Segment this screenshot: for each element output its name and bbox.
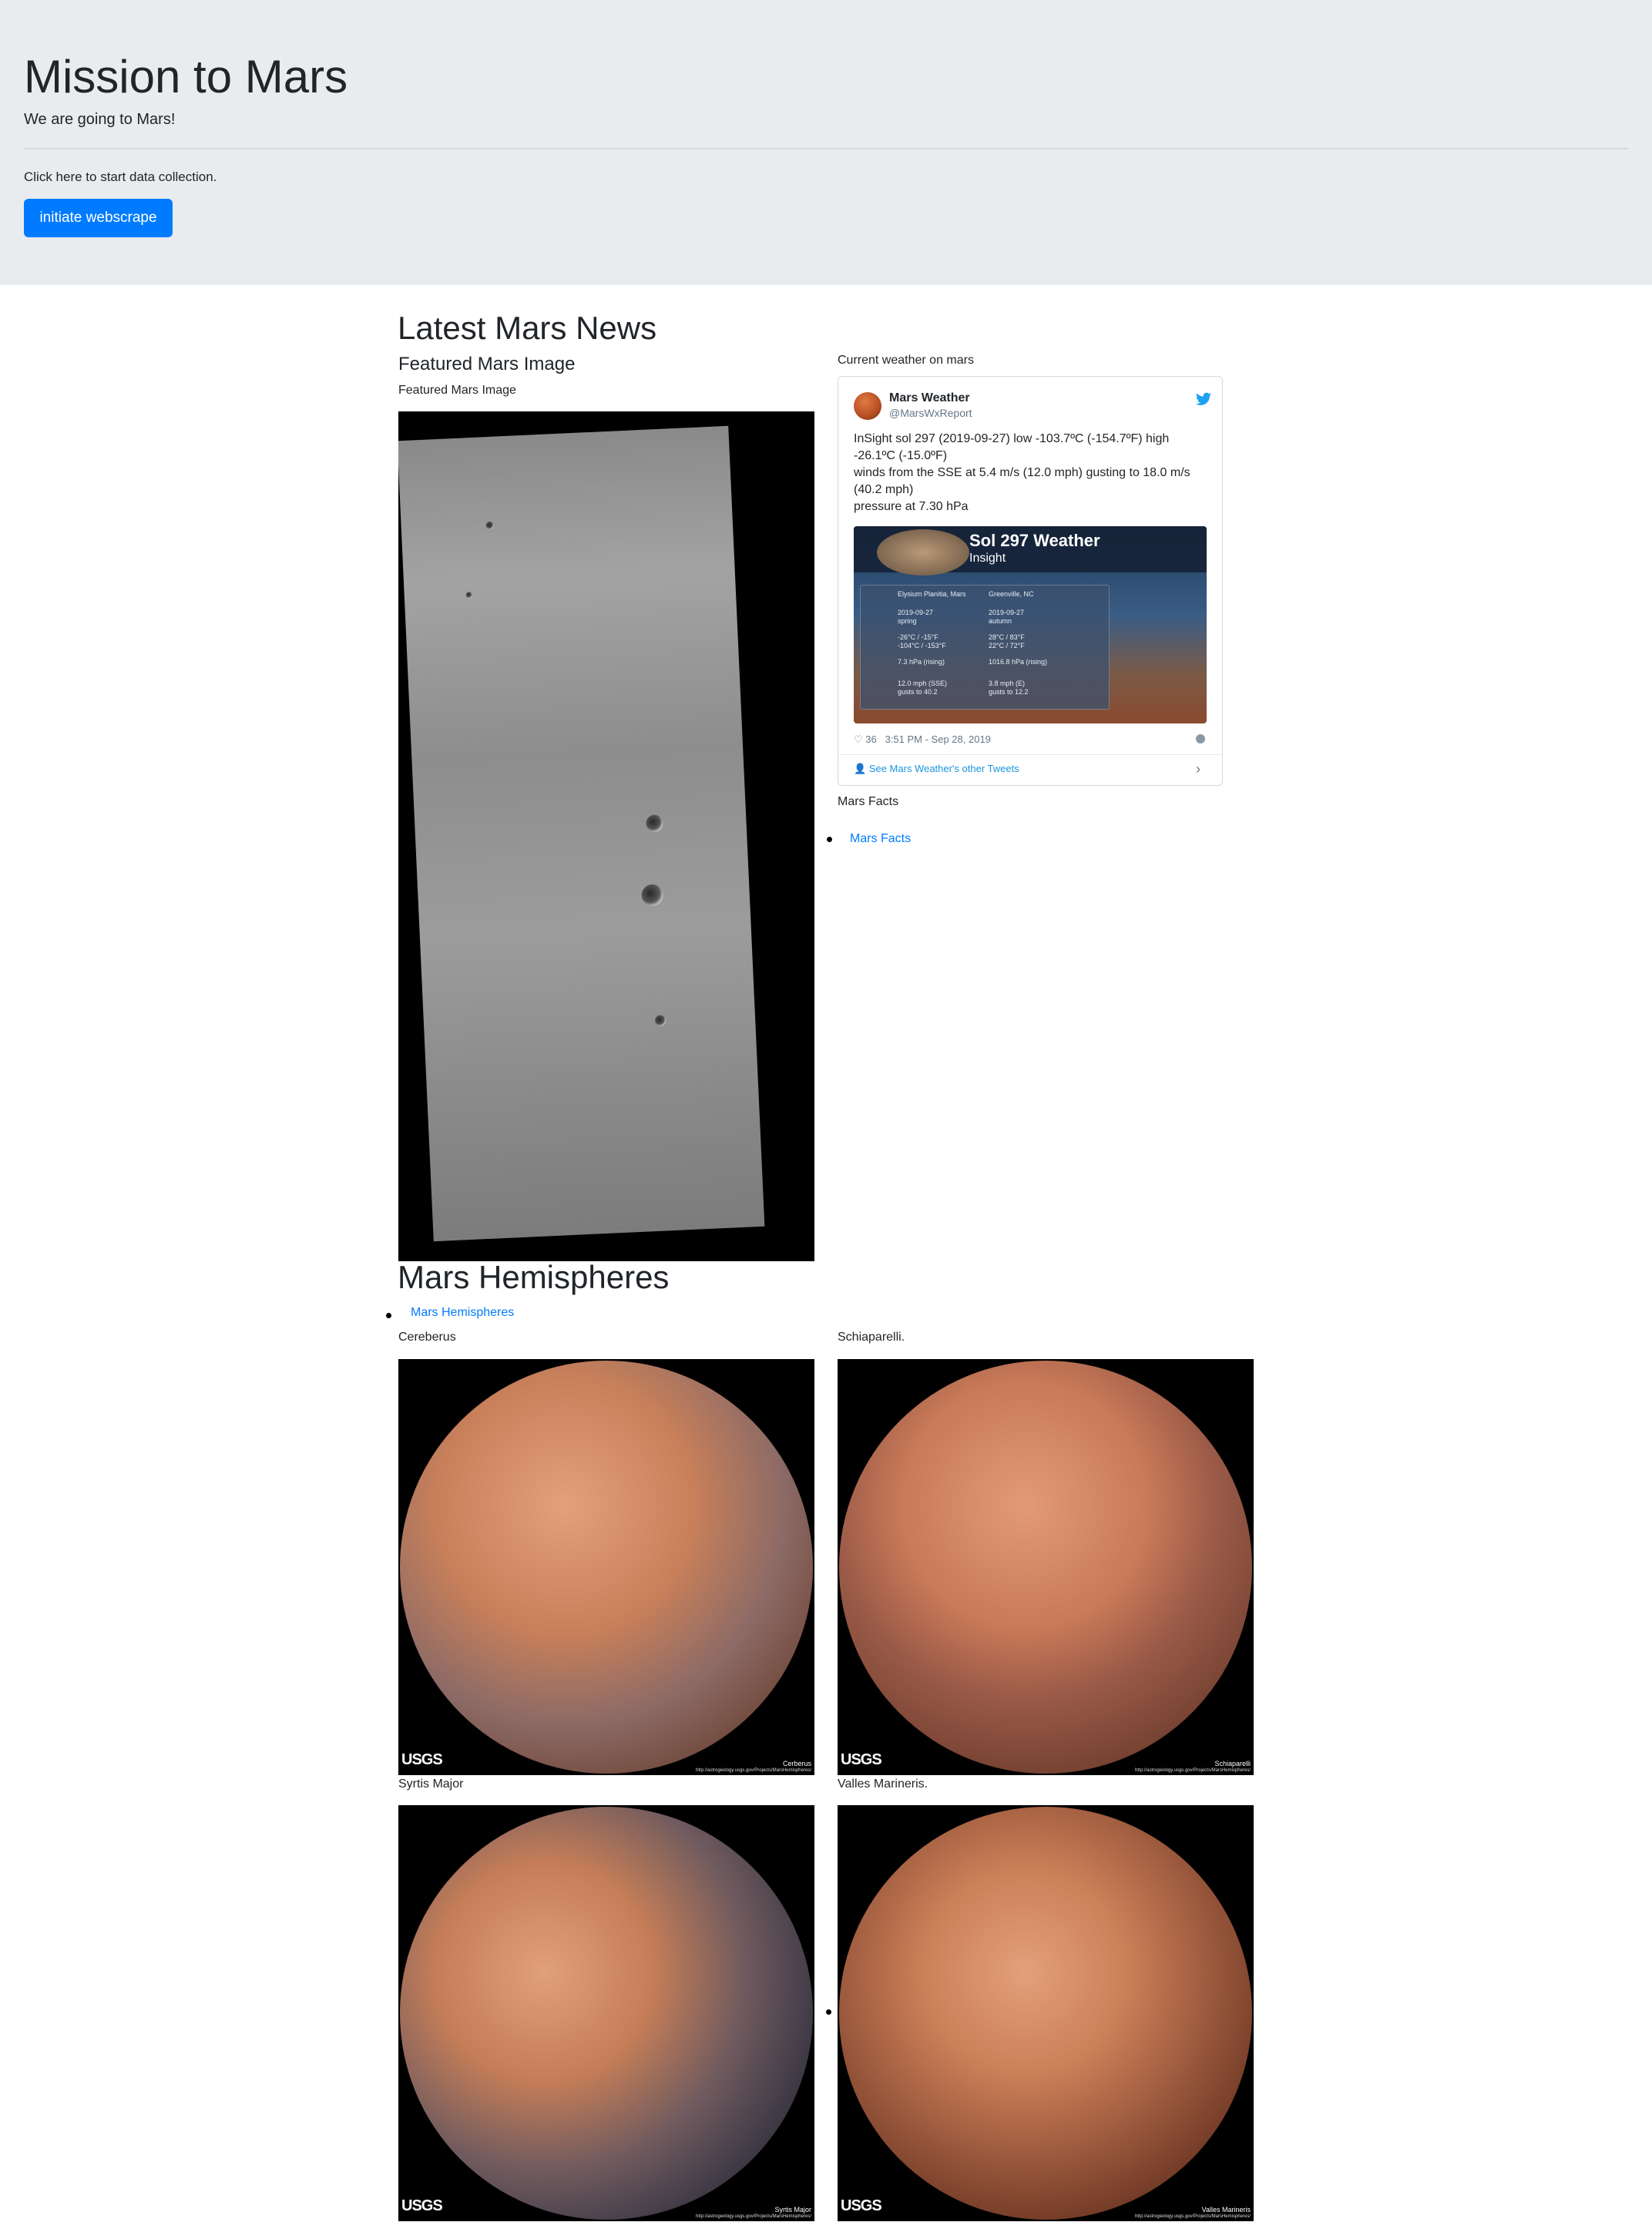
mars-hemispheres-link[interactable]: Mars Hemispheres bbox=[411, 1304, 514, 1321]
tweet-line: InSight sol 297 (2019-09-27) low -103.7º… bbox=[854, 432, 1170, 445]
chevron-right-icon[interactable]: › bbox=[1196, 762, 1200, 776]
tweet-media-image[interactable]: Sol 297 Weather Insight Elysium Planitia… bbox=[854, 526, 1207, 723]
image-caption: Syrtis Major bbox=[774, 2206, 811, 2214]
mars-facts-link[interactable]: Mars Facts bbox=[850, 831, 911, 848]
media-col2-head: Greenville, NC bbox=[989, 590, 1034, 598]
tweet-line: (40.2 mph) bbox=[854, 483, 914, 496]
media-cell: 2019-09-27 bbox=[989, 609, 1025, 616]
bullet bbox=[826, 2009, 831, 2015]
image-url-text: http://astrogeology.usgs.gov/Projects/Ma… bbox=[1135, 2214, 1251, 2219]
tweet-author-name[interactable]: Mars Weather bbox=[889, 391, 970, 406]
twitter-bird-icon[interactable] bbox=[1196, 392, 1211, 406]
media-cell: 28°C / 83°F bbox=[989, 633, 1025, 641]
see-other-tweets-label: See Mars Weather's other Tweets bbox=[868, 763, 1019, 774]
mars-globe bbox=[839, 1807, 1252, 2220]
tweet-timestamp[interactable]: 3:51 PM - Sep 28, 2019 bbox=[885, 733, 991, 745]
media-cell: 7.3 hPa (rising) bbox=[898, 658, 945, 666]
crater bbox=[654, 1015, 667, 1026]
media-cell: -26°C / -15°F bbox=[898, 633, 938, 641]
surface-strip bbox=[398, 425, 765, 1242]
jumbotron: Mission to Mars We are going to Mars! Cl… bbox=[0, 0, 1652, 285]
image-caption: Schiaparelli bbox=[1214, 1760, 1251, 1767]
hemisphere-title: Schiaparelli. bbox=[838, 1331, 905, 1344]
media-subtitle: Insight bbox=[969, 552, 1006, 565]
bullet bbox=[386, 1313, 391, 1318]
page-title: Mission to Mars bbox=[24, 51, 348, 102]
mars-globe bbox=[400, 1807, 813, 2220]
image-caption: Cerberus bbox=[782, 1760, 811, 1767]
weather-tweet: Mars Weather @MarsWxReport InSight sol 2… bbox=[838, 376, 1223, 786]
media-weather-panel: Elysium Planitia, Mars Greenville, NC 20… bbox=[860, 585, 1110, 710]
mars-facts-label: Mars Facts bbox=[838, 795, 899, 808]
media-cell: 1016.8 hPa (rising) bbox=[989, 658, 1048, 666]
tweet-line: pressure at 7.30 hPa bbox=[854, 500, 969, 513]
initiate-webscrape-button[interactable]: initiate webscrape bbox=[24, 199, 173, 237]
scrape-instructions: Click here to start data collection. bbox=[24, 170, 217, 184]
hemisphere-title: Syrtis Major bbox=[398, 1777, 464, 1791]
crater bbox=[641, 884, 664, 907]
image-url-text: http://astrogeology.usgs.gov/Projects/Ma… bbox=[696, 2214, 811, 2219]
hemisphere-image-syrtis-major[interactable]: USGS Syrtis Major http://astrogeology.us… bbox=[398, 1805, 814, 2221]
usgs-logo: USGS bbox=[401, 1751, 443, 1768]
info-icon[interactable] bbox=[1196, 734, 1205, 743]
see-other-tweets-link[interactable]: 👤 See Mars Weather's other Tweets bbox=[854, 762, 1019, 776]
crater bbox=[465, 592, 472, 599]
media-cell: 3.8 mph (E) bbox=[989, 680, 1026, 687]
like-count[interactable]: 36 bbox=[865, 733, 876, 745]
media-col1-head: Elysium Planitia, Mars bbox=[898, 590, 966, 598]
divider bbox=[24, 148, 1628, 149]
bullet bbox=[827, 837, 832, 842]
media-cell: -104°C / -153°F bbox=[898, 642, 946, 649]
hemisphere-image-valles-marineris[interactable]: USGS Valles Marineris http://astrogeolog… bbox=[838, 1805, 1254, 2221]
latest-news-heading: Latest Mars News bbox=[398, 310, 657, 346]
avatar[interactable] bbox=[854, 392, 881, 420]
media-cell: spring bbox=[898, 617, 917, 625]
hemisphere-image-cerberus[interactable]: USGS Cerberus http://astrogeology.usgs.g… bbox=[398, 1359, 814, 1775]
tweet-author-handle[interactable]: @MarsWxReport bbox=[889, 406, 972, 420]
hemispheres-heading: Mars Hemispheres bbox=[398, 1259, 670, 1295]
image-caption: Valles Marineris bbox=[1201, 2206, 1251, 2214]
weather-label: Current weather on mars bbox=[838, 354, 974, 367]
media-cell: 22°C / 72°F bbox=[989, 642, 1025, 649]
divider bbox=[838, 754, 1222, 755]
featured-mars-image bbox=[398, 411, 814, 1261]
mars-globe bbox=[400, 1361, 813, 1774]
mars-globe bbox=[839, 1361, 1252, 1774]
lead-text: We are going to Mars! bbox=[24, 111, 176, 128]
person-icon: 👤 bbox=[854, 763, 867, 774]
tweet-line: winds from the SSE at 5.4 m/s (12.0 mph)… bbox=[854, 466, 1190, 479]
hemisphere-title: Valles Marineris. bbox=[838, 1777, 928, 1791]
media-cell: 12.0 mph (SSE) bbox=[898, 680, 948, 687]
planet-thumbnail bbox=[877, 529, 969, 576]
tweet-line: -26.1ºC (-15.0ºF) bbox=[854, 449, 948, 462]
crater bbox=[485, 521, 494, 530]
hemisphere-title: Cereberus bbox=[398, 1331, 456, 1344]
media-cell: gusts to 12.2 bbox=[989, 688, 1029, 696]
media-cell: 2019-09-27 bbox=[898, 609, 934, 616]
usgs-logo: USGS bbox=[401, 2197, 443, 2214]
image-url-text: http://astrogeology.usgs.gov/Projects/Ma… bbox=[1135, 1768, 1251, 1773]
media-cell: gusts to 40.2 bbox=[898, 688, 938, 696]
featured-image-heading: Featured Mars Image bbox=[398, 354, 576, 374]
usgs-logo: USGS bbox=[841, 1751, 882, 1768]
hemisphere-image-schiaparelli[interactable]: USGS Schiaparelli http://astrogeology.us… bbox=[838, 1359, 1254, 1775]
tweet-meta: ♡ 36 3:51 PM - Sep 28, 2019 bbox=[854, 733, 991, 747]
usgs-logo: USGS bbox=[841, 2197, 882, 2214]
media-cell: autumn bbox=[989, 617, 1012, 625]
media-title: Sol 297 Weather bbox=[969, 531, 1100, 550]
image-url-text: http://astrogeology.usgs.gov/Projects/Ma… bbox=[696, 1768, 811, 1773]
tweet-text: InSight sol 297 (2019-09-27) low -103.7º… bbox=[854, 431, 1208, 515]
featured-image-caption: Featured Mars Image bbox=[398, 384, 516, 397]
crater bbox=[646, 814, 663, 833]
heart-icon[interactable]: ♡ bbox=[854, 733, 863, 745]
